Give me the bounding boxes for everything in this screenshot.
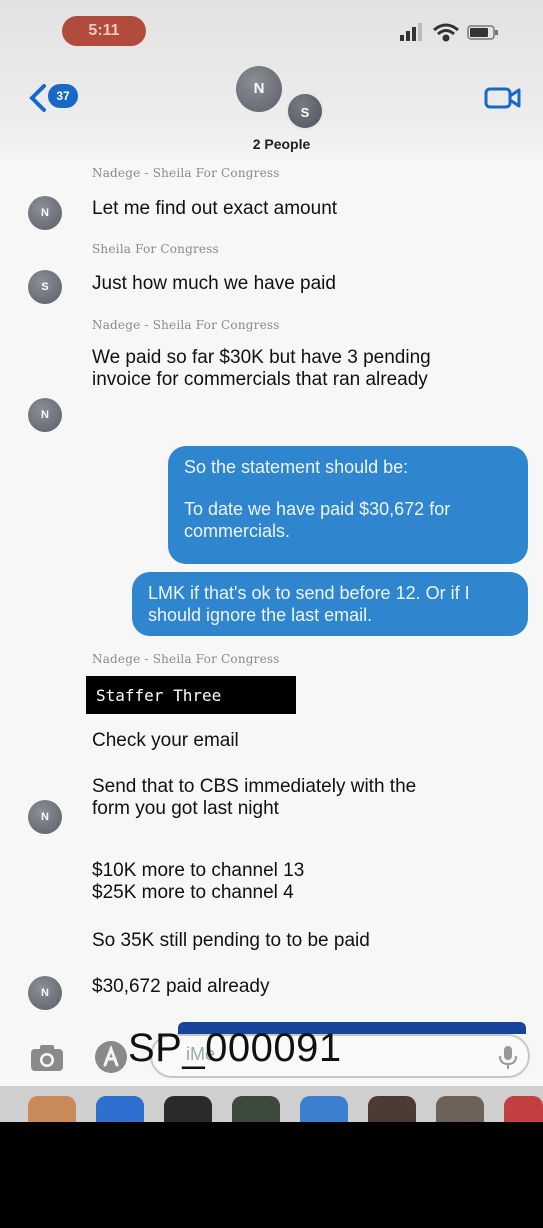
search-web-icon[interactable] bbox=[504, 1096, 543, 1122]
avatar-app-icon[interactable] bbox=[436, 1096, 484, 1122]
sender-avatar[interactable]: N bbox=[28, 800, 62, 834]
sender-name: Sheila For Congress bbox=[92, 242, 219, 256]
phone-screen: 5:11 37 N S 2 People Nadege - Sheila For… bbox=[0, 0, 543, 1122]
sender-name: Nadege - Sheila For Congress bbox=[92, 318, 280, 332]
message-text[interactable]: $10K more to channel 13 $25K more to cha… bbox=[92, 860, 512, 904]
app-store-icon[interactable] bbox=[96, 1096, 144, 1122]
outgoing-line: So the statement should be: bbox=[184, 457, 409, 477]
sender-name: Nadege - Sheila For Congress bbox=[92, 166, 280, 180]
wifi-icon bbox=[433, 23, 459, 42]
message-text[interactable]: Just how much we have paid bbox=[92, 273, 512, 295]
status-icons bbox=[398, 22, 510, 42]
group-avatar-s[interactable]: S bbox=[286, 92, 324, 130]
outgoing-message-bubble[interactable]: So the statement should be: To date we h… bbox=[168, 446, 528, 564]
bates-stamp: SP_000091 bbox=[128, 1026, 342, 1070]
message-text[interactable]: We paid so far $30K but have 3 pending i… bbox=[92, 347, 464, 391]
redaction-label: Staffer Three bbox=[86, 676, 296, 714]
sender-avatar[interactable]: N bbox=[28, 398, 62, 432]
sender-name: Nadege - Sheila For Congress bbox=[92, 652, 280, 666]
chevron-left-icon bbox=[29, 84, 46, 112]
conversation-title[interactable]: 2 People bbox=[0, 136, 543, 152]
microphone-icon[interactable] bbox=[496, 1044, 520, 1070]
message-text[interactable]: Let me find out exact amount bbox=[92, 198, 512, 220]
status-time: 5:11 bbox=[62, 16, 146, 46]
stickers-app-icon[interactable] bbox=[232, 1096, 280, 1122]
sender-avatar[interactable]: S bbox=[28, 270, 62, 304]
message-text[interactable]: Send that to CBS immediately with the fo… bbox=[92, 776, 452, 820]
message-text[interactable]: Check your email bbox=[92, 730, 512, 752]
unread-count-badge[interactable]: 37 bbox=[48, 84, 78, 108]
sender-avatar[interactable]: N bbox=[28, 976, 62, 1010]
game-app-icon[interactable] bbox=[368, 1096, 416, 1122]
message-text[interactable]: So 35K still pending to to be paid bbox=[92, 930, 512, 952]
group-avatar-n[interactable]: N bbox=[236, 66, 282, 112]
audio-message-icon[interactable] bbox=[300, 1096, 348, 1122]
signal-icon bbox=[400, 23, 422, 41]
message-text[interactable]: $30,672 paid already bbox=[92, 976, 512, 998]
video-call-icon[interactable] bbox=[484, 86, 522, 110]
app-store-icon[interactable] bbox=[94, 1040, 128, 1074]
message-line: $25K more to channel 4 bbox=[92, 882, 294, 903]
message-line: $10K more to channel 13 bbox=[92, 860, 305, 881]
battery-icon bbox=[467, 25, 498, 40]
sender-avatar[interactable]: N bbox=[28, 196, 62, 230]
outgoing-text: LMK if that's ok to send before 12. Or i… bbox=[148, 583, 470, 625]
outgoing-message-bubble[interactable]: LMK if that's ok to send before 12. Or i… bbox=[132, 572, 528, 636]
memoji-app-icon[interactable] bbox=[164, 1096, 212, 1122]
photos-app-icon[interactable] bbox=[28, 1096, 76, 1122]
outgoing-line: To date we have paid $30,672 for commerc… bbox=[184, 499, 451, 541]
camera-icon[interactable] bbox=[30, 1044, 64, 1072]
